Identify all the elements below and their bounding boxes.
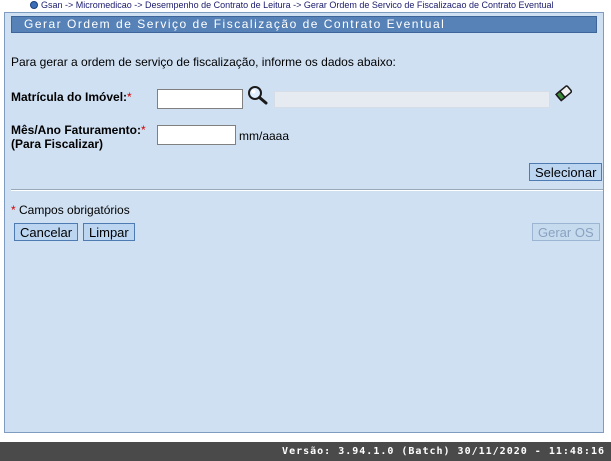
- select-button[interactable]: Selecionar: [529, 163, 603, 181]
- date-format-hint: mm/aaaa: [239, 129, 290, 143]
- home-icon: [30, 1, 38, 9]
- mes-ano-input[interactable]: [157, 125, 236, 145]
- required-mark: *: [127, 90, 132, 104]
- matricula-description-field: [274, 91, 550, 108]
- matricula-label: Matrícula do Imóvel:*: [11, 90, 132, 104]
- mes-ano-label: Mês/Ano Faturamento:* (Para Fiscalizar): [11, 123, 146, 151]
- required-mark: *: [11, 203, 16, 217]
- mes-ano-label-line1: Mês/Ano Faturamento:: [11, 123, 142, 137]
- cancel-button[interactable]: Cancelar: [14, 223, 79, 241]
- required-mark: *: [141, 123, 146, 137]
- magnifier-search-icon[interactable]: [247, 85, 269, 105]
- breadcrumb: Gsan -> Micromedicao -> Desempenho de Co…: [0, 0, 611, 11]
- version-footer: Versão: 3.94.1.0 (Batch) 30/11/2020 - 11…: [0, 442, 611, 461]
- page-title: Gerar Ordem de Serviço de Fiscalização d…: [11, 16, 597, 33]
- required-fields-note: * Campos obrigatórios: [11, 203, 130, 217]
- instructions-text: Para gerar a ordem de serviço de fiscali…: [11, 55, 396, 69]
- matricula-input[interactable]: [157, 89, 243, 109]
- breadcrumb-text: Gsan -> Micromedicao -> Desempenho de Co…: [41, 0, 554, 10]
- form-panel: Gerar Ordem de Serviço de Fiscalização d…: [4, 12, 604, 433]
- required-fields-text: Campos obrigatórios: [19, 203, 130, 217]
- mes-ano-label-line2: (Para Fiscalizar): [11, 137, 104, 151]
- clear-button[interactable]: Limpar: [83, 223, 135, 241]
- eraser-clear-icon[interactable]: [554, 83, 574, 103]
- generate-os-button[interactable]: Gerar OS: [532, 223, 600, 241]
- divider: [11, 189, 603, 191]
- matricula-label-text: Matrícula do Imóvel:: [11, 90, 128, 104]
